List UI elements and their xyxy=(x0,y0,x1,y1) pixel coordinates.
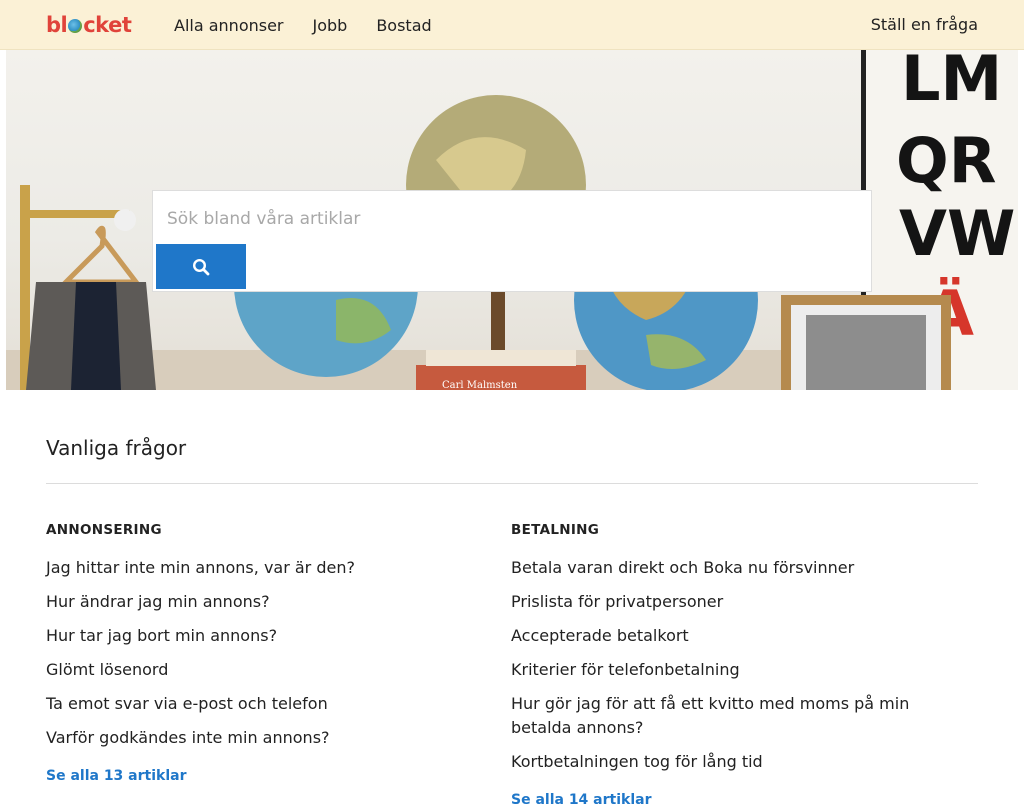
faq-heading-betalning: BETALNING xyxy=(511,522,600,538)
faq-list-betalning: Betala varan direkt och Boka nu försvinn… xyxy=(511,556,931,774)
blocket-logo[interactable]: bl cket xyxy=(46,12,132,38)
see-all-betalning-link[interactable]: Se alla 14 artiklar xyxy=(511,792,931,808)
faq-link[interactable]: Hur tar jag bort min annons? xyxy=(46,624,466,648)
faq-link[interactable]: Kriterier för telefonbetalning xyxy=(511,658,931,682)
logo-text-right: cket xyxy=(83,13,132,37)
svg-text:VW: VW xyxy=(899,197,1015,270)
svg-text:LM: LM xyxy=(901,50,1002,115)
search-input[interactable] xyxy=(153,191,871,247)
faq-link[interactable]: Prislista för privatpersoner xyxy=(511,590,931,614)
search-icon xyxy=(192,258,210,275)
faq-link[interactable]: Jag hittar inte min annons, var är den? xyxy=(46,556,466,580)
ask-question-link[interactable]: Ställ en fråga xyxy=(871,0,978,50)
faq-link[interactable]: Varför godkändes inte min annons? xyxy=(46,726,466,750)
globe-logo-icon xyxy=(68,19,83,33)
faq-list-annonsering: Jag hittar inte min annons, var är den? … xyxy=(46,556,466,750)
faq-link[interactable]: Betala varan direkt och Boka nu försvinn… xyxy=(511,556,931,580)
faq-column-annonsering: ANNONSERING Jag hittar inte min annons, … xyxy=(46,521,466,784)
faq-column-betalning: BETALNING Betala varan direkt och Boka n… xyxy=(511,521,931,808)
faq-link[interactable]: Kortbetalningen tog för lång tid xyxy=(511,750,931,774)
nav-bostad[interactable]: Bostad xyxy=(376,16,431,35)
faq-divider xyxy=(46,483,978,484)
faq-link[interactable]: Hur ändrar jag min annons? xyxy=(46,590,466,614)
nav-alla-annonser[interactable]: Alla annonser xyxy=(174,16,284,35)
top-bar: bl cket Alla annonser Jobb Bostad Ställ e… xyxy=(0,0,1024,50)
see-all-annonsering-link[interactable]: Se alla 13 artiklar xyxy=(46,768,466,784)
nav-jobb[interactable]: Jobb xyxy=(313,16,348,35)
logo-text-left: bl xyxy=(46,13,68,37)
svg-text:QR: QR xyxy=(896,124,996,197)
main-nav: Alla annonser Jobb Bostad xyxy=(174,0,432,50)
faq-heading-annonsering: ANNONSERING xyxy=(46,522,162,538)
search-button[interactable] xyxy=(156,244,246,289)
faq-title: Vanliga frågor xyxy=(46,436,187,460)
faq-link[interactable]: Ta emot svar via e-post och telefon xyxy=(46,692,466,716)
faq-link[interactable]: Accepterade betalkort xyxy=(511,624,931,648)
search-box xyxy=(152,190,872,292)
faq-link[interactable]: Hur gör jag för att få ett kvitto med mo… xyxy=(511,692,931,740)
faq-link[interactable]: Glömt lösenord xyxy=(46,658,466,682)
svg-text:Carl Malmsten: Carl Malmsten xyxy=(442,380,518,390)
